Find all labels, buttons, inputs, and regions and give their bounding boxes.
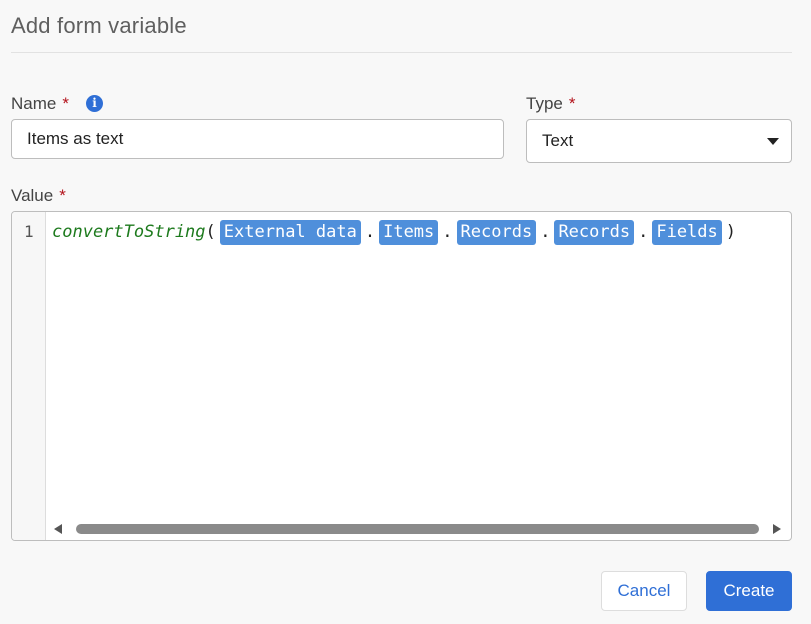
- info-icon[interactable]: i: [86, 95, 103, 112]
- token-chip-external-data[interactable]: External data: [219, 220, 361, 245]
- code-line[interactable]: convertToString(External data. Items. Reco…: [52, 220, 736, 245]
- type-label-text: Type: [526, 94, 563, 113]
- token-separator: .: [364, 222, 376, 242]
- line-number: 1: [24, 222, 34, 241]
- line-gutter: 1: [12, 212, 46, 540]
- chevron-down-icon: [767, 138, 779, 145]
- token-separator: .: [540, 222, 551, 242]
- dialog-title: Add form variable: [11, 13, 187, 38]
- token-separator: .: [638, 222, 649, 242]
- close-paren: ): [725, 222, 737, 242]
- title-divider: [11, 52, 792, 53]
- name-input[interactable]: Items as text: [11, 119, 504, 159]
- cancel-button[interactable]: Cancel: [601, 571, 687, 611]
- token-separator: .: [442, 222, 453, 242]
- open-paren: (: [205, 222, 216, 242]
- scrollbar-thumb[interactable]: [76, 524, 759, 534]
- name-label-text: Name: [11, 94, 57, 113]
- value-label-text: Value: [11, 186, 54, 205]
- type-select-value: Text: [542, 131, 574, 150]
- token-chip-records[interactable]: Records: [456, 220, 537, 245]
- scroll-right-arrow-icon[interactable]: [773, 524, 781, 534]
- create-button[interactable]: Create: [706, 571, 792, 611]
- type-label: Type *: [526, 94, 575, 114]
- name-label: Name *: [11, 94, 69, 114]
- horizontal-scrollbar[interactable]: [52, 523, 781, 535]
- value-required-mark: *: [59, 186, 66, 205]
- token-chip-records-2[interactable]: Records: [554, 220, 635, 245]
- type-required-mark: *: [568, 94, 576, 113]
- value-label: Value *: [11, 186, 66, 206]
- token-chip-items[interactable]: Items: [379, 220, 439, 245]
- type-select[interactable]: Text: [526, 119, 792, 163]
- name-required-mark: *: [62, 94, 69, 113]
- scroll-left-arrow-icon[interactable]: [54, 524, 62, 534]
- token-chip-fields[interactable]: Fields: [652, 220, 722, 245]
- value-code-editor[interactable]: 1 convertToString(External data. Items. Re…: [11, 211, 792, 541]
- function-name: convertToString: [52, 222, 206, 242]
